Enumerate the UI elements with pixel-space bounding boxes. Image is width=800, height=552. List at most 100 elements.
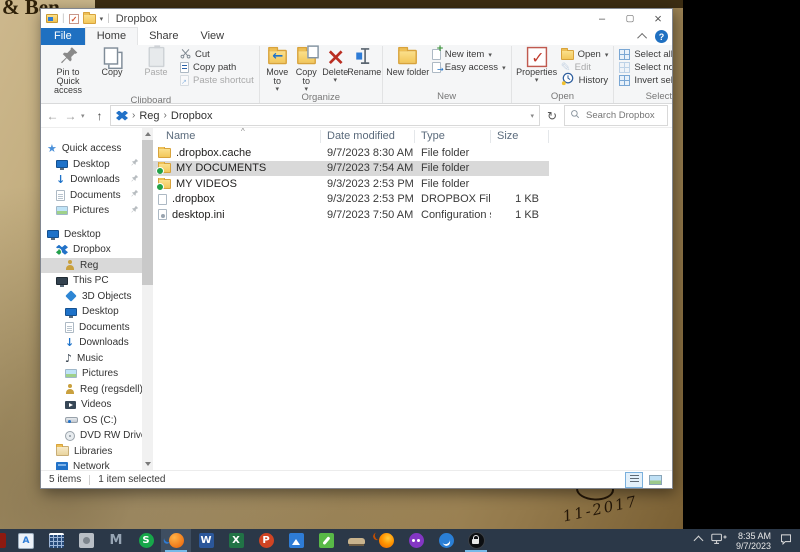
- sidebar-item-os-c[interactable]: OS (C:): [41, 413, 142, 429]
- sidebar-scrollbar[interactable]: [142, 128, 153, 470]
- sidebar-item-dvd-rw-drive-d[interactable]: DVD RW Drive (D:): [41, 428, 142, 444]
- taskbar-active-app-icon[interactable]: [161, 529, 191, 552]
- recent-locations-caret[interactable]: [81, 112, 89, 120]
- sidebar-item-documents[interactable]: Documents: [41, 320, 142, 336]
- move-to-button[interactable]: Move to▾: [263, 46, 292, 93]
- sidebar-item-libraries[interactable]: Libraries: [41, 444, 142, 460]
- thumbnail-view-button[interactable]: [646, 472, 664, 488]
- sidebar-item-desktop[interactable]: Desktop: [41, 227, 142, 243]
- properties-qat-icon[interactable]: [68, 13, 79, 24]
- maximize-button[interactable]: [616, 9, 644, 28]
- sidebar-item-reg[interactable]: Reg: [41, 257, 142, 273]
- column-header-date-modified[interactable]: Date modified: [321, 130, 415, 143]
- properties-button[interactable]: Properties▾: [515, 46, 559, 84]
- open-button[interactable]: Open ▾: [559, 47, 611, 61]
- new-item-button[interactable]: New item▾: [430, 45, 508, 61]
- taskbar-m-app-icon[interactable]: M: [101, 529, 131, 552]
- paste-shortcut-button[interactable]: Paste shortcut: [178, 74, 256, 87]
- sidebar-item-music[interactable]: Music: [41, 351, 142, 367]
- sidebar-item-downloads[interactable]: Downloads: [41, 172, 142, 188]
- column-header-type[interactable]: Type: [415, 130, 491, 143]
- scroll-up-arrow-icon[interactable]: [144, 132, 151, 136]
- taskbar-tools-app-icon[interactable]: [311, 529, 341, 552]
- taskbar-word-app-icon[interactable]: W: [191, 529, 221, 552]
- sidebar-item-pictures[interactable]: Pictures: [41, 203, 142, 219]
- new-folder-button[interactable]: New folder: [386, 46, 430, 77]
- refresh-icon[interactable]: [543, 109, 561, 123]
- file-row-my-documents[interactable]: MY DOCUMENTS 9/7/2023 7:54 AM File folder: [153, 160, 549, 176]
- taskbar-spotify-app-icon[interactable]: S: [131, 529, 161, 552]
- taskbar-excel-app-icon[interactable]: X: [221, 529, 251, 552]
- scroll-down-arrow-icon[interactable]: [144, 462, 151, 466]
- invert-selection-button[interactable]: Invert selection: [617, 74, 672, 87]
- breadcrumb-segment-dropbox[interactable]: Dropbox: [171, 110, 213, 122]
- taskbar-password-lock-app-icon[interactable]: [461, 529, 491, 552]
- column-header-name[interactable]: Name: [153, 130, 321, 143]
- back-button[interactable]: [45, 109, 60, 123]
- forward-button[interactable]: [63, 109, 78, 123]
- sidebar-item-downloads[interactable]: Downloads: [41, 335, 142, 351]
- pin-to-quick-access-button[interactable]: Pin to Quick access: [46, 46, 90, 95]
- taskbar-partial-red-app-icon[interactable]: [0, 529, 11, 552]
- taskbar-stapler-app-icon[interactable]: [341, 529, 371, 552]
- file-row-my-videos[interactable]: MY VIDEOS 9/3/2023 2:53 PM File folder: [153, 176, 549, 192]
- sidebar-item-documents[interactable]: Documents: [41, 188, 142, 204]
- copy-to-button[interactable]: Copy to ▾: [292, 45, 321, 93]
- collapse-ribbon-icon[interactable]: [637, 32, 648, 43]
- close-button[interactable]: [644, 9, 672, 28]
- folder-qat-icon[interactable]: [82, 11, 96, 24]
- qat-customize-caret[interactable]: ▾: [100, 15, 104, 22]
- easy-access-button[interactable]: Easy access▾: [430, 61, 508, 74]
- search-input[interactable]: [584, 109, 658, 122]
- taskbar-mail-app-icon[interactable]: [431, 529, 461, 552]
- taskbar-document-a-app-icon[interactable]: A: [11, 529, 41, 552]
- sidebar-item-dropbox[interactable]: Dropbox: [41, 242, 142, 258]
- search-box[interactable]: [564, 105, 668, 126]
- taskbar-camera-app-icon[interactable]: [71, 529, 101, 552]
- show-hidden-icons-chevron[interactable]: [693, 535, 704, 546]
- taskbar-powerpoint-app-icon[interactable]: P: [251, 529, 281, 552]
- breadcrumb[interactable]: Reg Dropbox: [110, 105, 540, 126]
- taskbar-firefox-app-icon[interactable]: [371, 529, 401, 552]
- tab-view[interactable]: View: [189, 28, 235, 45]
- file-row-desktop-ini[interactable]: desktop.ini 9/7/2023 7:50 AM Configuration…: [153, 207, 549, 223]
- file-row-dropbox[interactable]: .dropbox 9/3/2023 2:53 PM DROPBOX File 1 KB: [153, 192, 549, 208]
- breadcrumb-dropdown-caret[interactable]: [530, 112, 534, 120]
- scrollbar-thumb[interactable]: [142, 140, 153, 285]
- sidebar-item-desktop[interactable]: Desktop: [41, 157, 142, 173]
- column-header-size[interactable]: Size: [491, 130, 549, 143]
- rename-button[interactable]: Rename: [347, 46, 381, 77]
- sidebar-item-reg-regsdell[interactable]: Reg (regsdell): [41, 382, 142, 398]
- sidebar-item-desktop[interactable]: Desktop: [41, 304, 142, 320]
- select-none-button[interactable]: Select none: [617, 61, 672, 74]
- tab-file[interactable]: File: [41, 28, 85, 45]
- network-tray-icon[interactable]: [711, 532, 727, 550]
- tab-share[interactable]: Share: [138, 28, 189, 45]
- title-bar[interactable]: | ▾ | Dropbox: [41, 9, 672, 28]
- sidebar-item-3d-objects[interactable]: 3D Objects: [41, 289, 142, 305]
- breadcrumb-segment-reg[interactable]: Reg: [139, 110, 159, 122]
- sidebar-item-quick-access[interactable]: Quick access: [41, 141, 142, 157]
- cut-button[interactable]: Cut: [178, 48, 256, 61]
- sidebar-item-videos[interactable]: Videos: [41, 397, 142, 413]
- paste-button[interactable]: Paste: [134, 45, 178, 77]
- select-all-button[interactable]: Select all: [617, 48, 672, 61]
- taskbar-clock[interactable]: 8:35 AM 9/7/2023: [736, 531, 771, 551]
- copy-path-button[interactable]: Copy path: [178, 61, 256, 74]
- delete-button[interactable]: Delete▾: [321, 46, 350, 84]
- taskbar-photos-app-icon[interactable]: [281, 529, 311, 552]
- sidebar-item-network[interactable]: Network: [41, 459, 142, 470]
- help-icon[interactable]: [655, 30, 668, 43]
- sidebar-item-this-pc[interactable]: This PC: [41, 273, 142, 289]
- file-row-dropbox-cache[interactable]: .dropbox.cache 9/7/2023 8:30 AM File folde…: [153, 145, 549, 161]
- tab-home[interactable]: Home: [84, 27, 139, 45]
- taskbar-purple-goggles-app-icon[interactable]: [401, 529, 431, 552]
- minimize-button[interactable]: [588, 9, 616, 28]
- history-button[interactable]: History: [559, 72, 611, 87]
- details-view-button[interactable]: [625, 471, 643, 488]
- sidebar-item-pictures[interactable]: Pictures: [41, 366, 142, 382]
- copy-button[interactable]: Copy: [90, 46, 134, 77]
- up-button[interactable]: [92, 109, 107, 123]
- action-center-icon[interactable]: [780, 532, 792, 550]
- taskbar-calculator-app-icon[interactable]: [41, 529, 71, 552]
